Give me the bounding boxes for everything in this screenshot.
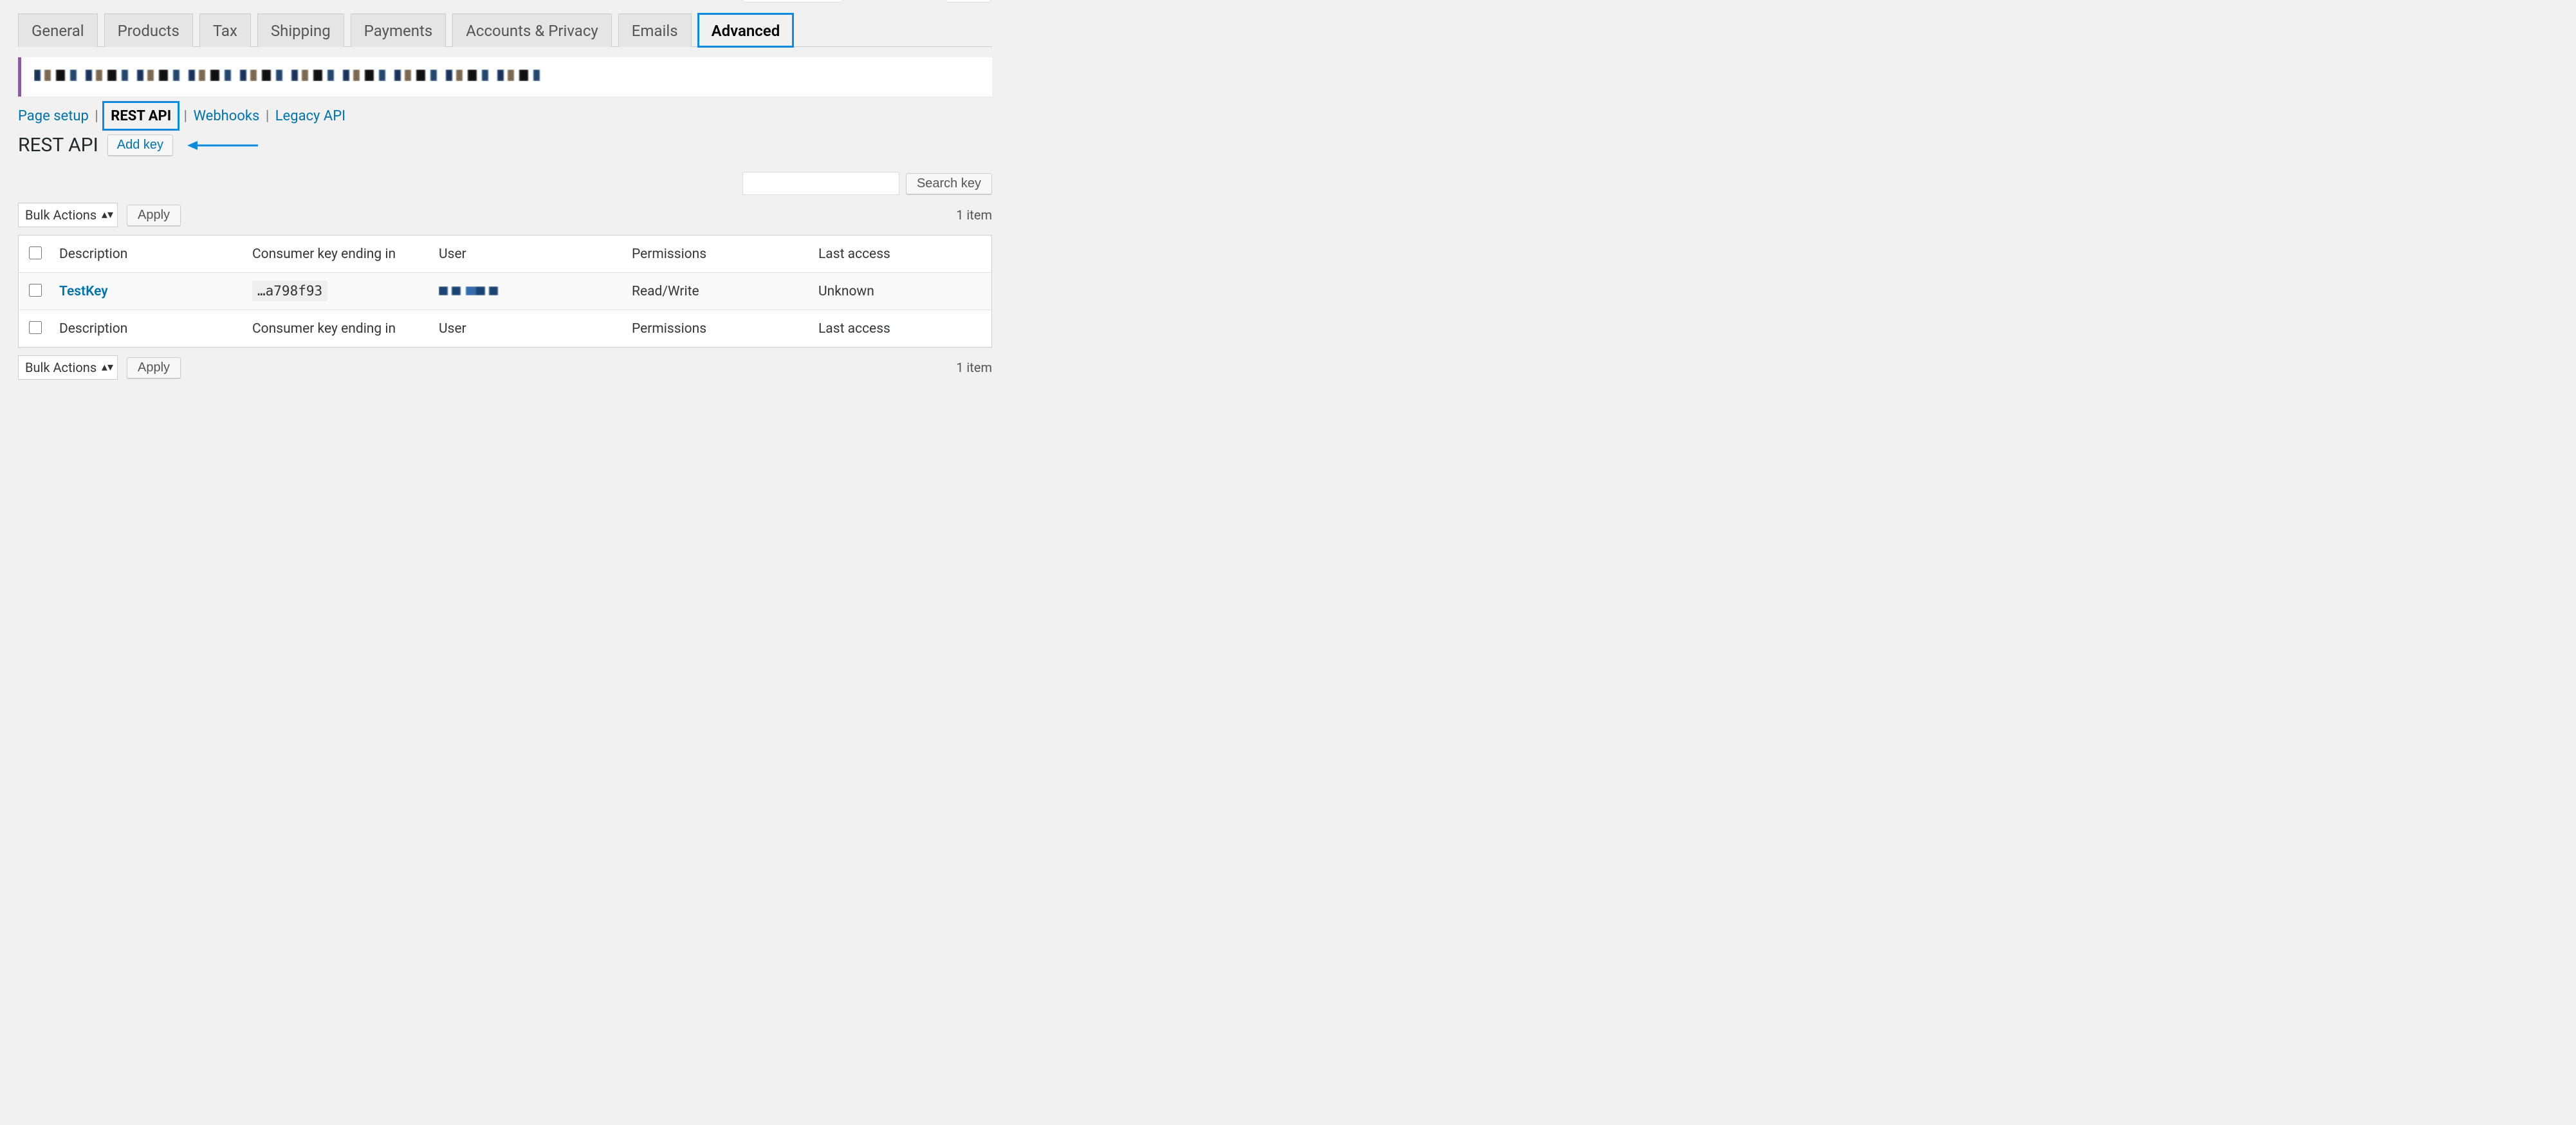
col-user-foot: User <box>431 310 624 348</box>
col-consumer-key: Consumer key ending in <box>244 236 431 273</box>
col-last-access: Last access <box>811 236 992 273</box>
col-permissions-foot: Permissions <box>624 310 811 348</box>
subnav-legacy-api[interactable]: Legacy API <box>275 108 345 124</box>
tab-emails[interactable]: Emails <box>618 14 692 47</box>
bulk-actions-select-bottom[interactable]: Bulk Actions ▴▾ <box>18 355 118 380</box>
annotation-arrow-icon <box>187 139 258 152</box>
tab-advanced[interactable]: Advanced <box>698 14 794 47</box>
row-description-link[interactable]: TestKey <box>59 284 108 299</box>
tab-products[interactable]: Products <box>104 14 193 47</box>
search-key-input[interactable] <box>742 172 899 195</box>
row-last-access: Unknown <box>811 273 992 310</box>
select-all-checkbox-top[interactable] <box>29 246 42 259</box>
bulk-actions-label: Bulk Actions <box>25 207 97 223</box>
items-count-bottom: 1 item <box>956 360 992 375</box>
items-count-top: 1 item <box>956 207 992 223</box>
col-permissions: Permissions <box>624 236 811 273</box>
table-row: TestKey …a798f93 Read/Write Unknown <box>19 273 992 310</box>
screen-options-button[interactable]: Screen Options <box>742 0 843 3</box>
admin-notice <box>18 57 992 97</box>
advanced-subnav: Page setup | REST API | Webhooks | Legac… <box>18 103 992 129</box>
tab-accounts-privacy[interactable]: Accounts & Privacy <box>452 14 612 47</box>
subnav-rest-api[interactable]: REST API <box>104 103 178 129</box>
subnav-webhooks[interactable]: Webhooks <box>193 108 259 124</box>
col-last-access-foot: Last access <box>811 310 992 348</box>
search-key-button[interactable]: Search key <box>906 173 992 194</box>
bulk-actions-select[interactable]: Bulk Actions ▴▾ <box>18 203 118 227</box>
select-all-checkbox-bottom[interactable] <box>29 321 42 334</box>
col-description[interactable]: Description <box>51 236 244 273</box>
bulk-apply-button-top[interactable]: Apply <box>127 205 181 226</box>
add-key-button[interactable]: Add key <box>107 135 173 156</box>
col-consumer-key-foot: Consumer key ending in <box>244 310 431 348</box>
user-text-redacted <box>439 286 501 295</box>
row-key-ending: …a798f93 <box>252 281 327 301</box>
api-keys-table: Description Consumer key ending in User … <box>18 235 992 348</box>
row-checkbox[interactable] <box>29 284 42 297</box>
separator: | <box>184 108 187 124</box>
tab-general[interactable]: General <box>18 14 98 47</box>
bulk-actions-label-bottom: Bulk Actions <box>25 360 97 375</box>
tab-shipping[interactable]: Shipping <box>257 14 344 47</box>
settings-tabs: General Products Tax Shipping Payments A… <box>18 13 992 47</box>
page-title: REST API <box>18 134 98 156</box>
col-user: User <box>431 236 624 273</box>
separator: | <box>266 108 269 124</box>
tab-payments[interactable]: Payments <box>351 14 446 47</box>
separator: | <box>95 108 98 124</box>
row-user[interactable] <box>431 273 624 310</box>
tab-tax[interactable]: Tax <box>199 14 251 47</box>
subnav-page-setup[interactable]: Page setup <box>18 108 89 124</box>
row-permissions: Read/Write <box>624 273 811 310</box>
col-description-foot[interactable]: Description <box>51 310 244 348</box>
notice-text-redacted <box>34 70 549 81</box>
bulk-apply-button-bottom[interactable]: Apply <box>127 357 181 378</box>
help-button[interactable]: Help <box>945 0 991 3</box>
